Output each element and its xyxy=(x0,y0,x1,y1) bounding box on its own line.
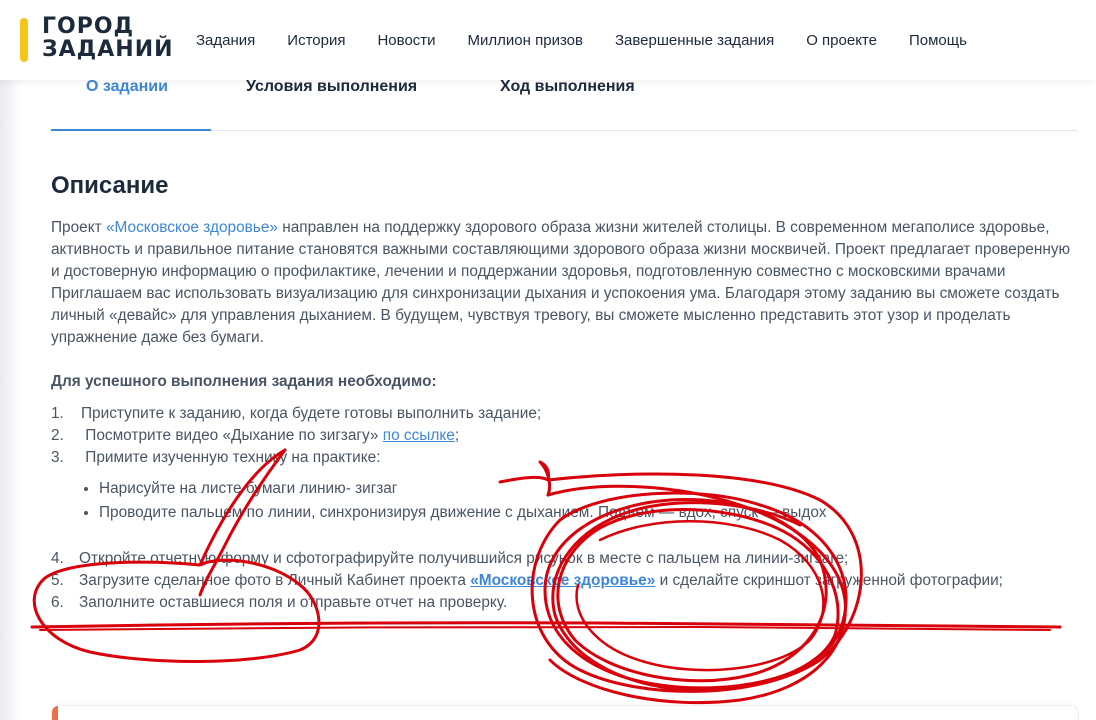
moscow-health-link-2[interactable]: «Московское здоровье» xyxy=(470,572,655,589)
step-text: Загрузите сделанное фото в Личный Кабине… xyxy=(79,572,471,589)
step-number: 6. xyxy=(51,594,64,611)
step-text: Приступите к заданию, когда будете готов… xyxy=(81,405,542,422)
nav-item-history[interactable]: История xyxy=(287,32,345,49)
list-item: 6. Заполните оставшиеся поля и отправьте… xyxy=(51,592,1081,614)
scribble-strike-line xyxy=(30,621,1062,629)
left-shadow xyxy=(0,0,22,720)
nav-item-help[interactable]: Помощь xyxy=(909,32,967,49)
list-item: 1. Приступите к заданию, когда будете го… xyxy=(51,403,1081,425)
step-number: 4. xyxy=(51,550,64,567)
video-link[interactable]: по ссылке xyxy=(383,427,455,444)
list-item: 2. Посмотрите видео «Дыхание по зигзагу»… xyxy=(51,425,1081,447)
moscow-health-link[interactable]: «Московское здоровье» xyxy=(106,219,278,236)
nav-item-million-prizes[interactable]: Миллион призов xyxy=(468,32,583,49)
steps-list-2: 4. Откройте отчетную форму и сфотографир… xyxy=(51,548,1081,614)
step-number: 2. xyxy=(51,427,64,444)
scribble-strike-line-2 xyxy=(39,625,1051,631)
list-item: 4. Откройте отчетную форму и сфотографир… xyxy=(51,548,1081,570)
p1-before: Проект xyxy=(51,219,106,236)
nav-item-news[interactable]: Новости xyxy=(377,32,435,49)
tab-conditions[interactable]: Условия выполнения xyxy=(246,78,417,96)
list-item: 3. Примите изученную технику на практике… xyxy=(51,447,1081,469)
p2: Приглашаем вас использовать визуализацию… xyxy=(51,285,1060,346)
tab-progress[interactable]: Ход выполнения xyxy=(500,78,635,96)
report-card[interactable] xyxy=(51,705,1079,720)
nav-item-completed-tasks[interactable]: Завершенные задания xyxy=(615,32,774,49)
step-text-end: и сделайте скриншот загруженной фотограф… xyxy=(655,572,1003,589)
step-number: 3. xyxy=(51,449,64,466)
report-card-accent xyxy=(52,706,58,720)
active-tab-underline xyxy=(51,129,211,131)
step-number: 5. xyxy=(51,572,64,589)
bullet-item: Нарисуйте на листе бумаги линию- зигзаг xyxy=(99,477,1081,501)
nav-item-tasks[interactable]: Задания xyxy=(196,32,255,49)
logo-line-2: ЗАДАНИЙ xyxy=(42,37,174,62)
task-description: Описание Проект «Московское здоровье» на… xyxy=(51,170,1081,614)
step-number: 1. xyxy=(51,405,64,422)
requirements-heading: Для успешного выполнения задания необход… xyxy=(51,373,437,390)
step-text: Заполните оставшиеся поля и отправьте от… xyxy=(79,594,508,611)
main-nav: Задания История Новости Миллион призов З… xyxy=(196,32,967,49)
task-tabs: О задании Условия выполнения Ход выполне… xyxy=(51,74,1077,131)
steps-list: 1. Приступите к заданию, когда будете го… xyxy=(51,403,1081,469)
list-item: 5. Загрузите сделанное фото в Личный Каб… xyxy=(51,570,1081,592)
logo-line-1: ГОРОД xyxy=(42,14,135,39)
bullet-item: Проводите пальцем по линии, синхронизиру… xyxy=(99,501,1081,525)
section-title: Описание xyxy=(51,172,169,199)
description-paragraph: Проект «Московское здоровье» направлен н… xyxy=(51,217,1081,349)
nav-item-about[interactable]: О проекте xyxy=(806,32,877,49)
step-text: Примите изученную технику на практике: xyxy=(85,449,381,466)
step-text-end: ; xyxy=(454,427,460,444)
bullet-list: Нарисуйте на листе бумаги линию- зигзаг … xyxy=(51,477,1081,525)
logo-text: ГОРОД ЗАДАНИЙ xyxy=(42,15,174,61)
step-text: Откройте отчетную форму и сфотографируйт… xyxy=(79,550,849,567)
logo-bar xyxy=(20,18,28,62)
site-header: ГОРОД ЗАДАНИЙ Задания История Новости Ми… xyxy=(0,0,1096,80)
step-text: Посмотрите видео «Дыхание по зигзагу» xyxy=(85,427,383,444)
tab-about-task[interactable]: О задании xyxy=(86,78,168,96)
page: ГОРОД ЗАДАНИЙ Задания История Новости Ми… xyxy=(0,0,1096,720)
